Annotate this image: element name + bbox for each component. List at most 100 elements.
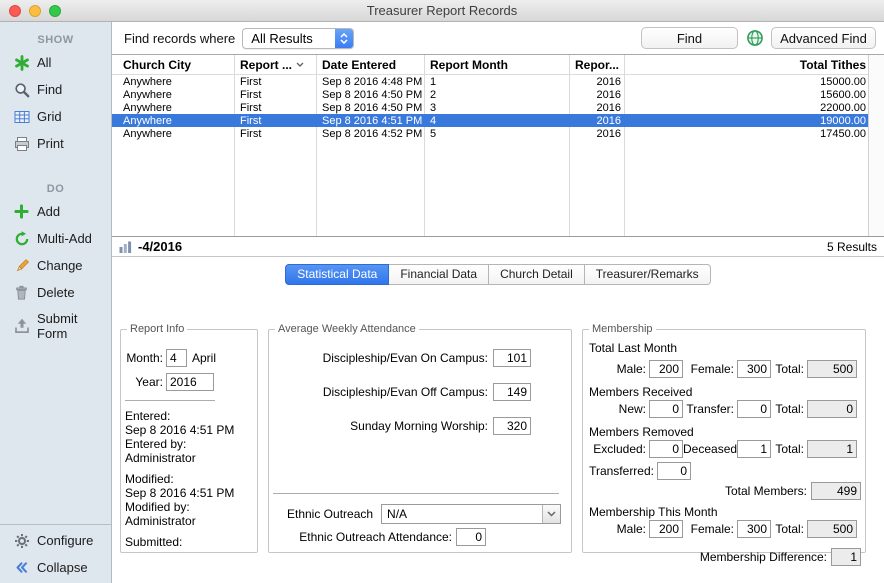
sidebar-item-label: Change [37,258,83,273]
this-month-female-field[interactable] [737,520,771,538]
tab-church-detail[interactable]: Church Detail [489,264,585,285]
table-row[interactable]: Anywhere First Sep 8 2016 4:52 PM 5 2016… [112,127,868,140]
cell-report-year: 2016 [570,102,625,114]
membership-this-month-header: Membership This Month [587,505,861,519]
off-campus-field[interactable] [493,383,531,401]
sidebar-item-label: Configure [37,533,93,548]
cell-report-year: 2016 [570,128,625,140]
sidebar-divider [0,524,111,525]
column-header-report[interactable]: Report ... [235,58,317,72]
column-header-report-month[interactable]: Report Month [425,58,570,72]
last-month-female-field[interactable] [737,360,771,378]
sidebar-item-label: Submit Form [37,311,107,341]
tab-treasurer-remarks[interactable]: Treasurer/Remarks [585,264,711,285]
traffic-lights [0,5,61,17]
submitted-label: Submitted: [125,535,253,549]
sidebar-item-print[interactable]: Print [0,130,111,157]
male-label: Male: [587,362,649,376]
sidebar-item-configure[interactable]: Configure [0,527,111,554]
year-field[interactable] [166,373,214,391]
month-field[interactable] [166,349,187,367]
new-label: New: [587,402,649,416]
column-header-report-year[interactable]: Repor... [570,58,625,72]
cell-date-entered: Sep 8 2016 4:48 PM [317,76,425,88]
deceased-label: Deceased: [683,442,737,456]
total-label: Total: [771,402,807,416]
sidebar-item-add[interactable]: Add [0,198,111,225]
sidebar-item-collapse[interactable]: Collapse [0,554,111,581]
sidebar-item-delete[interactable]: Delete [0,279,111,306]
excluded-label: Excluded: [587,442,649,456]
cell-report-month: 4 [425,115,570,127]
sidebar-item-label: Find [37,82,62,97]
cell-report-month: 1 [425,76,570,88]
tab-financial-data[interactable]: Financial Data [389,264,489,285]
cell-report-year: 2016 [570,76,625,88]
removed-excluded-field[interactable] [649,440,683,458]
table-row[interactable]: Anywhere First Sep 8 2016 4:50 PM 3 2016… [112,101,868,114]
sidebar-item-grid[interactable]: Grid [0,103,111,130]
sidebar-item-all[interactable]: All [0,49,111,76]
sidebar-item-find[interactable]: Find [0,76,111,103]
table-body: Anywhere First Sep 8 2016 4:48 PM 1 2016… [112,75,868,140]
cell-report: First [235,89,317,101]
sidebar-item-label: All [37,55,51,70]
sidebar-item-label: Add [37,204,60,219]
table-scrollbar[interactable] [868,55,884,236]
cell-total-tithes: 19000.00 [625,115,868,127]
this-month-male-field[interactable] [649,520,683,538]
report-info-audit-text: Entered: Sep 8 2016 4:51 PM Entered by: … [125,409,253,549]
ethnic-outreach-value: N/A [387,507,407,521]
close-window-button[interactable] [9,5,21,17]
ethnic-outreach-dropdown[interactable]: N/A [381,504,561,524]
advanced-find-button[interactable]: Advanced Find [771,27,876,49]
membership-difference-label: Membership Difference: [587,550,831,564]
sidebar-item-submit-form[interactable]: Submit Form [0,306,111,346]
last-month-male-field[interactable] [649,360,683,378]
column-header-total-tithes[interactable]: Total Tithes [625,58,868,72]
table-row-selected[interactable]: Anywhere First Sep 8 2016 4:51 PM 4 2016… [112,114,868,127]
received-total-field [807,400,857,418]
cell-report-month: 2 [425,89,570,101]
sidebar-item-multi-add[interactable]: Multi-Add [0,225,111,252]
sunday-worship-label: Sunday Morning Worship: [273,419,488,433]
column-header-date-entered[interactable]: Date Entered [317,58,425,72]
globe-icon[interactable] [745,29,764,48]
table-row[interactable]: Anywhere First Sep 8 2016 4:50 PM 2 2016… [112,88,868,101]
ethnic-outreach-label: Ethnic Outreach [287,507,373,521]
table-row[interactable]: Anywhere First Sep 8 2016 4:48 PM 1 2016… [112,75,868,88]
cell-report-month: 5 [425,128,570,140]
cell-total-tithes: 17450.00 [625,128,868,140]
entered-value: Sep 8 2016 4:51 PM [125,423,253,437]
received-new-field[interactable] [649,400,683,418]
removed-total-field [807,440,857,458]
find-button[interactable]: Find [641,27,738,49]
cell-church-city: Anywhere [112,115,235,127]
month-label: Month: [125,351,163,365]
pencil-icon [13,257,30,274]
cell-church-city: Anywhere [112,76,235,88]
transferred-field[interactable] [657,462,691,480]
records-table: Church City Report ... Date Entered Repo… [112,54,884,236]
entered-by-value: Administrator [125,451,253,465]
received-transfer-field[interactable] [737,400,771,418]
on-campus-field[interactable] [493,349,531,367]
members-removed-header: Members Removed [587,425,861,439]
report-info-legend: Report Info [127,323,187,335]
sidebar-item-change[interactable]: Change [0,252,111,279]
column-header-church-city[interactable]: Church City [112,58,235,72]
tab-statistical-data[interactable]: Statistical Data [285,264,389,285]
cell-report: First [235,102,317,114]
results-count: 5 Results [827,240,877,254]
ethnic-attendance-field[interactable] [456,528,486,546]
zoom-window-button[interactable] [49,5,61,17]
removed-deceased-field[interactable] [737,440,771,458]
attendance-divider [273,493,559,494]
total-members-field [811,482,861,500]
plus-icon [13,203,30,220]
total-label: Total: [771,522,807,536]
minimize-window-button[interactable] [29,5,41,17]
transfer-label: Transfer: [683,402,737,416]
results-filter-popup[interactable]: All Results [242,28,354,49]
sunday-worship-field[interactable] [493,417,531,435]
